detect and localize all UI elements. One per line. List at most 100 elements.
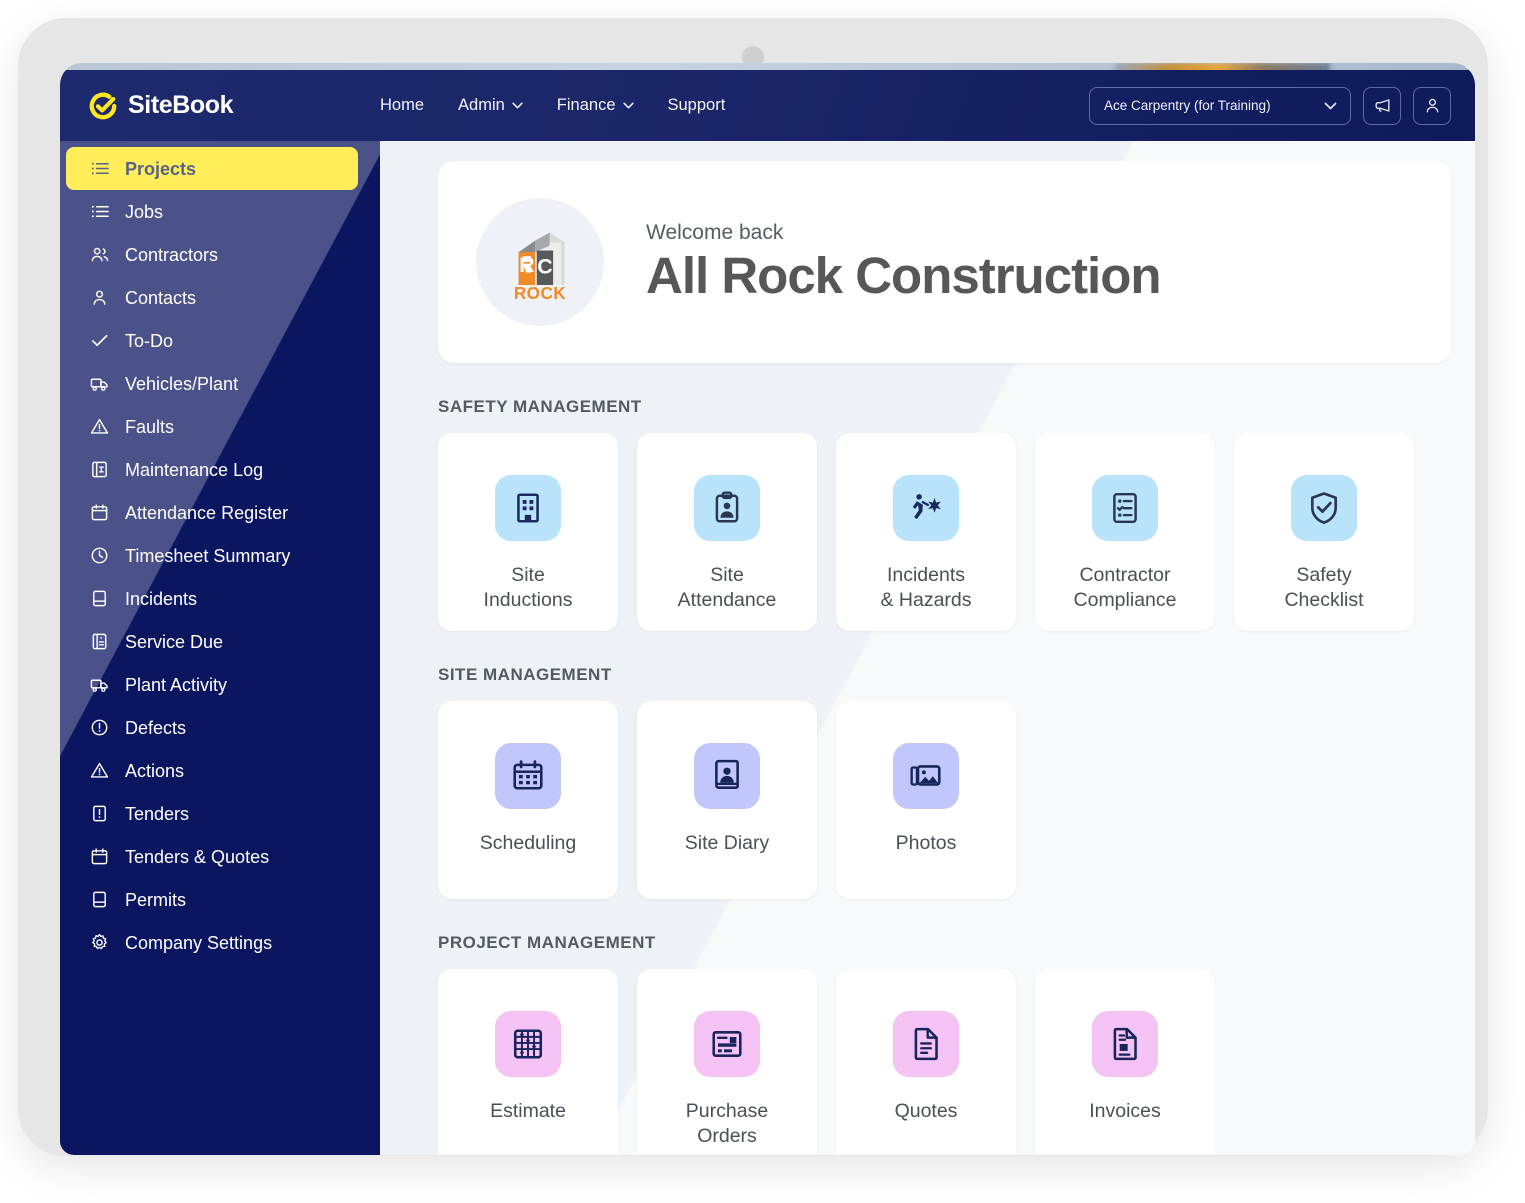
- announcements-button[interactable]: [1363, 86, 1401, 125]
- tile-site-attendance[interactable]: Site Attendance: [637, 433, 817, 631]
- tile-purchase-orders[interactable]: Purchase Orders: [637, 969, 817, 1155]
- invoice-icon: [1113, 1027, 1137, 1061]
- purchase-order-icon: [712, 1031, 742, 1057]
- topnav-item-home[interactable]: Home: [380, 96, 424, 115]
- sidebar-item-company-settings[interactable]: Company Settings: [66, 921, 358, 964]
- tile-icon-box: [1291, 475, 1357, 541]
- megaphone-icon: [1374, 99, 1390, 112]
- check-circle-icon: [88, 91, 118, 121]
- tile-icon-box: [893, 743, 959, 809]
- person-hazard-icon: [912, 494, 941, 520]
- svg-text:R: R: [519, 253, 534, 277]
- sidebar-item-tenders[interactable]: Tenders: [66, 792, 358, 835]
- sidebar-item-contacts[interactable]: Contacts: [66, 276, 358, 319]
- sidebar-item-defects[interactable]: Defects: [66, 706, 358, 749]
- sidebar-item-service-due[interactable]: Service Due: [66, 620, 358, 663]
- tile-label: Safety Checklist: [1284, 564, 1364, 612]
- tile-grid: Site Inductions Site Attendance Incidents …: [438, 433, 1451, 631]
- section-title: PROJECT MANAGEMENT: [438, 933, 656, 952]
- warning-triangle-icon: [90, 762, 109, 778]
- sidebar-item-label: Vehicles/Plant: [125, 373, 239, 394]
- page-title: All Rock Construction: [646, 247, 1162, 305]
- tile-quotes[interactable]: Quotes: [836, 969, 1016, 1155]
- section-project-management: PROJECT MANAGEMENT Estimate Purchase Order…: [438, 933, 1451, 1155]
- clipboard-person-icon: [715, 491, 739, 523]
- tile-safety-checklist[interactable]: Safety Checklist: [1234, 433, 1414, 631]
- sidebar-item-label: To-Do: [125, 330, 174, 351]
- topnav-item-finance[interactable]: Finance: [557, 96, 634, 115]
- sidebar-item-label: Faults: [125, 416, 175, 437]
- tile-icon-box: [694, 475, 760, 541]
- tile-label: Estimate: [490, 1100, 566, 1122]
- tile-scheduling[interactable]: Scheduling: [438, 701, 618, 899]
- abacus-icon: [513, 1029, 543, 1059]
- sidebar-item-incidents[interactable]: Incidents: [66, 577, 358, 620]
- tile-site-inductions[interactable]: Site Inductions: [438, 433, 618, 631]
- warning-triangle-icon: [90, 418, 109, 434]
- sidebar-item-actions[interactable]: Actions: [66, 749, 358, 792]
- tile-icon-box: [694, 743, 760, 809]
- chevron-down-icon: [512, 102, 523, 109]
- avatar: R C ROCK: [476, 198, 604, 326]
- chevron-down-icon: [1324, 102, 1337, 109]
- tile-icon-box: [1092, 475, 1158, 541]
- organization-selector-value: Ace Carpentry (for Training): [1104, 98, 1271, 113]
- tile-label: Site Attendance: [677, 564, 777, 612]
- tile-estimate[interactable]: Estimate: [438, 969, 618, 1155]
- tile-label: Scheduling: [479, 832, 577, 854]
- topnav-item-support[interactable]: Support: [668, 96, 726, 115]
- sidebar-item-attendance-register[interactable]: Attendance Register: [66, 491, 358, 534]
- sidebar-item-label: Jobs: [125, 201, 164, 222]
- sidebar-item-label: Actions: [125, 760, 185, 781]
- calendar-grid-icon: [513, 760, 543, 790]
- log-book-icon: [92, 461, 107, 478]
- sidebar-item-label: Permits: [125, 889, 187, 910]
- all-rock-logo-icon: R C ROCK: [514, 232, 566, 303]
- sidebar-item-vehicles-plant[interactable]: Vehicles/Plant: [66, 362, 358, 405]
- service-card-icon: [92, 633, 107, 650]
- topnav-item-admin[interactable]: Admin: [458, 96, 523, 115]
- svg-text:ROCK: ROCK: [514, 283, 566, 303]
- sidebar-item-timesheet-summary[interactable]: Timesheet Summary: [66, 534, 358, 577]
- sidebar-item-plant-activity[interactable]: Plant Activity: [66, 663, 358, 706]
- sidebar-item-maintenance-log[interactable]: Maintenance Log: [66, 448, 358, 491]
- screenshot-root: SiteBook Home Admin Finance Support Ace …: [0, 0, 1525, 1203]
- sidebar-item-permits[interactable]: Permits: [66, 878, 358, 921]
- sidebar-item-contractors[interactable]: Contractors: [66, 233, 358, 276]
- sidebar-item-tenders-quotes[interactable]: Tenders & Quotes: [66, 835, 358, 878]
- sidebar-item-label: Attendance Register: [125, 502, 289, 523]
- chevron-down-icon: [622, 102, 634, 109]
- tile-label: Photos: [895, 832, 957, 854]
- tile-contractor-compliance[interactable]: Contractor Compliance: [1035, 433, 1215, 631]
- top-bar-actions: Ace Carpentry (for Training): [1089, 86, 1475, 125]
- book-icon: [93, 891, 106, 908]
- tile-photos[interactable]: Photos: [836, 701, 1016, 899]
- tile-label: Contractor Compliance: [1073, 564, 1177, 612]
- tile-site-diary[interactable]: Site Diary: [637, 701, 817, 899]
- topnav-label: Finance: [556, 96, 616, 114]
- sidebar-item-faults[interactable]: Faults: [66, 405, 358, 448]
- tile-label: Invoices: [1089, 1100, 1161, 1122]
- topnav-label: Support: [667, 96, 726, 114]
- tile-label: Incidents & Hazards: [880, 564, 972, 612]
- account-button[interactable]: [1413, 86, 1451, 125]
- sidebar-item-to-do[interactable]: To-Do: [66, 319, 358, 362]
- tile-grid: Estimate Purchase Orders Quotes Invoices: [438, 969, 1451, 1155]
- sidebar-item-jobs[interactable]: Jobs: [66, 190, 358, 233]
- sidebar-item-projects[interactable]: Projects: [66, 147, 358, 190]
- document-alert-icon: [93, 805, 106, 822]
- organization-selector[interactable]: Ace Carpentry (for Training): [1089, 86, 1351, 125]
- section-site-management: SITE MANAGEMENT Scheduling Site Diary Photo…: [438, 665, 1451, 899]
- sidebar-item-label: Contractors: [125, 244, 219, 265]
- calendar-icon: [91, 848, 108, 865]
- user-icon: [1426, 98, 1438, 113]
- tile-label: Site Diary: [684, 832, 770, 854]
- sidebar-item-label: Incidents: [125, 588, 198, 609]
- tile-incidents-hazards[interactable]: Incidents & Hazards: [836, 433, 1016, 631]
- topnav-label: Home: [380, 96, 425, 114]
- tablet-top-tab-right: [343, 18, 488, 42]
- shield-check-icon: [1310, 492, 1338, 524]
- tile-invoices[interactable]: Invoices: [1035, 969, 1215, 1155]
- sidebar-item-label: Maintenance Log: [125, 459, 264, 480]
- brand[interactable]: SiteBook: [60, 91, 380, 121]
